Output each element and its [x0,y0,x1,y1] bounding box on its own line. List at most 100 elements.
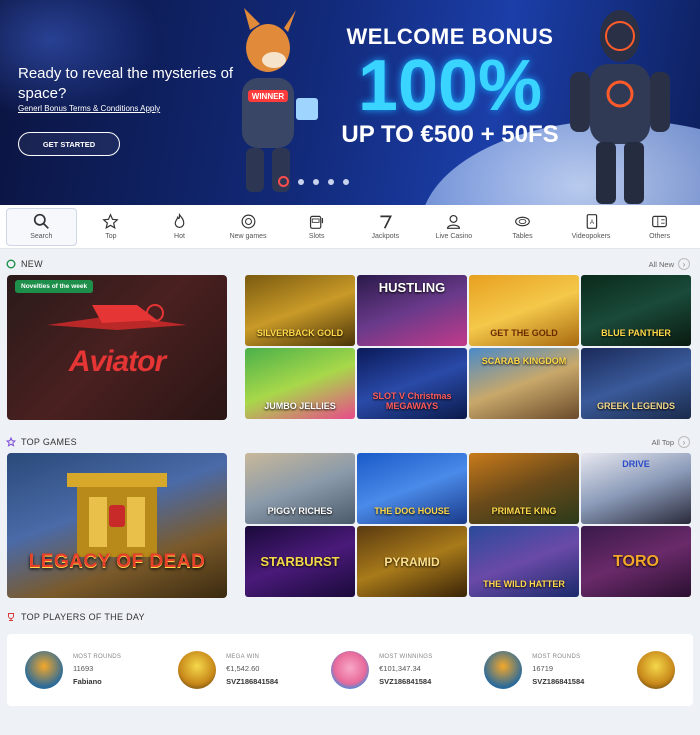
new-games-row: Novelties of the week Aviator SILVERBACK… [0,275,700,420]
player-card[interactable]: MOST WINNINGS €101,347.34 SVZ186841584 [331,651,460,689]
stat-value: €1,542.60 [226,664,260,673]
top-games-row: LEGACY OF DEAD PIGGY RICHES THE DOG HOUS… [0,453,700,598]
category-hot[interactable]: Hot [145,208,214,246]
get-started-button[interactable]: GET STARTED [18,132,120,156]
stat-value: 11693 [73,664,94,673]
game-tile-hustling[interactable]: HUSTLING [357,275,467,346]
stat-label: MEGA WIN [226,654,260,660]
category-others[interactable]: Others [625,208,694,246]
category-label: Others [649,233,671,240]
seven-icon [380,215,392,229]
carousel-dot-1[interactable] [278,176,289,187]
hero-banner[interactable]: Ready to reveal the mysteries of space? … [0,0,700,205]
chevron-right-icon: › [678,436,690,448]
dog-astronaut-mascot: WINNER [242,8,318,192]
cyborg-astronaut-figure [570,10,670,204]
player-card[interactable]: MOST ROUNDS 16719 SVZ186841584 [484,651,613,689]
category-label: Live Casino [435,233,473,240]
game-title: JUMBO JELLIES [264,401,336,411]
game-tile-slot-v-christmas[interactable]: SLOT V Christmas MEGAWAYS [357,348,467,419]
new-section-header: NEW All New › [0,253,700,275]
chevron-right-icon: › [678,258,690,270]
player-name: Fabiano [73,677,102,686]
category-jackpots[interactable]: Jackpots [351,208,420,246]
game-tile-starburst[interactable]: STARBURST [245,526,355,597]
star-outline-icon [6,437,16,447]
category-videopokers[interactable]: A Videopokers [557,208,626,246]
game-tile-primate-king[interactable]: PRIMATE KING [469,453,579,524]
new-games-grid: SILVERBACK GOLD HUSTLING GET THE GOLD BL… [245,275,691,420]
carousel-dot-2[interactable] [298,178,304,185]
game-title: THE DOG HOUSE [374,506,450,516]
legacy-of-dead-feature-tile[interactable]: LEGACY OF DEAD [7,453,227,598]
top-games-section-header: TOP GAMES All Top › [0,431,700,453]
game-tile-scarab-kingdom[interactable]: SCARAB KINGDOM [469,348,579,419]
bonus-percent: 100% [357,46,543,126]
category-live-casino[interactable]: Live Casino [420,208,489,246]
game-title: SCARAB KINGDOM [481,356,567,366]
terms-link[interactable]: Generl Bonus Terms & Conditions Apply [18,104,160,113]
coins-avatar [178,651,217,689]
rocket-avatar [484,651,523,689]
game-title: PYRAMID [384,554,440,569]
flame-icon [174,213,185,229]
player-card[interactable]: MOST ROUNDS 11693 Fabiano [25,651,154,689]
card-icon: A [586,214,597,229]
top-players-panel: MOST ROUNDS 11693 Fabiano MEGA WIN €1,54… [7,634,693,706]
category-label: Jackpots [371,233,400,240]
stat-label: MOST ROUNDS [73,654,122,660]
category-label: Search [30,233,53,240]
new-badge-icon [241,214,256,229]
game-title: TORO [613,552,659,570]
search-icon [33,213,49,229]
carousel-dot-5[interactable] [343,178,349,185]
slot-machine-icon [310,215,324,229]
category-tables[interactable]: Tables [488,208,557,246]
game-title: HUSTLING [378,280,446,295]
game-tile-toro[interactable]: TORO [581,526,691,597]
piggy-avatar [331,651,370,689]
game-tile-blue-panther[interactable]: BLUE PANTHER [581,275,691,346]
category-top[interactable]: Top [77,208,146,246]
game-title: BLUE PANTHER [601,328,671,338]
rocket-avatar [25,651,63,689]
category-new-games[interactable]: New games [214,208,283,246]
carousel-dot-4[interactable] [328,178,334,185]
game-title: GET THE GOLD [490,328,558,338]
coins-avatar [637,651,675,689]
game-tile-pyramid[interactable]: PYRAMID [357,526,467,597]
game-tile-greek-legends[interactable]: GREEK LEGENDS [581,348,691,419]
game-tile-silverback-gold[interactable]: SILVERBACK GOLD [245,275,355,346]
aviator-feature-tile[interactable]: Novelties of the week Aviator [7,275,227,420]
game-tile-drive[interactable]: DRIVE [581,453,691,524]
category-slots[interactable]: Slots [282,208,351,246]
player-name: SVZ186841584 [226,677,279,686]
carousel-dot-3[interactable] [313,178,319,185]
section-title: NEW [21,259,43,269]
game-title: PRIMATE KING [491,506,557,516]
game-tile-jumbo-jellies[interactable]: JUMBO JELLIES [245,348,355,419]
player-name: SVZ186841584 [379,677,432,686]
carousel-dots [278,176,349,187]
category-label: Hot [174,233,185,240]
category-label: Videopokers [571,233,611,240]
category-search[interactable]: Search [6,207,77,246]
section-title: TOP PLAYERS OF THE DAY [21,612,145,622]
game-title: DRIVE [622,459,650,469]
game-tile-the-wild-hatter[interactable]: THE WILD HATTER [469,526,579,597]
table-icon [515,216,530,227]
legacy-of-dead-logo-text: LEGACY OF DEAD [28,551,206,572]
game-title: PIGGY RICHES [267,506,333,516]
player-card[interactable]: MEGA WIN €1,542.60 SVZ186841584 [178,651,307,689]
game-tile-the-dog-house[interactable]: THE DOG HOUSE [357,453,467,524]
game-tile-get-the-gold[interactable]: GET THE GOLD [469,275,579,346]
all-top-link[interactable]: All Top › [652,436,690,448]
top-players-section-header: TOP PLAYERS OF THE DAY [0,606,700,628]
player-name: SVZ186841584 [532,677,585,686]
game-tile-piggy-riches[interactable]: PIGGY RICHES [245,453,355,524]
all-new-link[interactable]: All New › [649,258,690,270]
more-games-icon [652,215,668,228]
game-title: STARBURST [260,553,340,569]
category-label: Top [105,233,117,240]
welcome-bonus-offer: WELCOME BONUS 100% UP TO €500 + 50FS [330,24,570,148]
